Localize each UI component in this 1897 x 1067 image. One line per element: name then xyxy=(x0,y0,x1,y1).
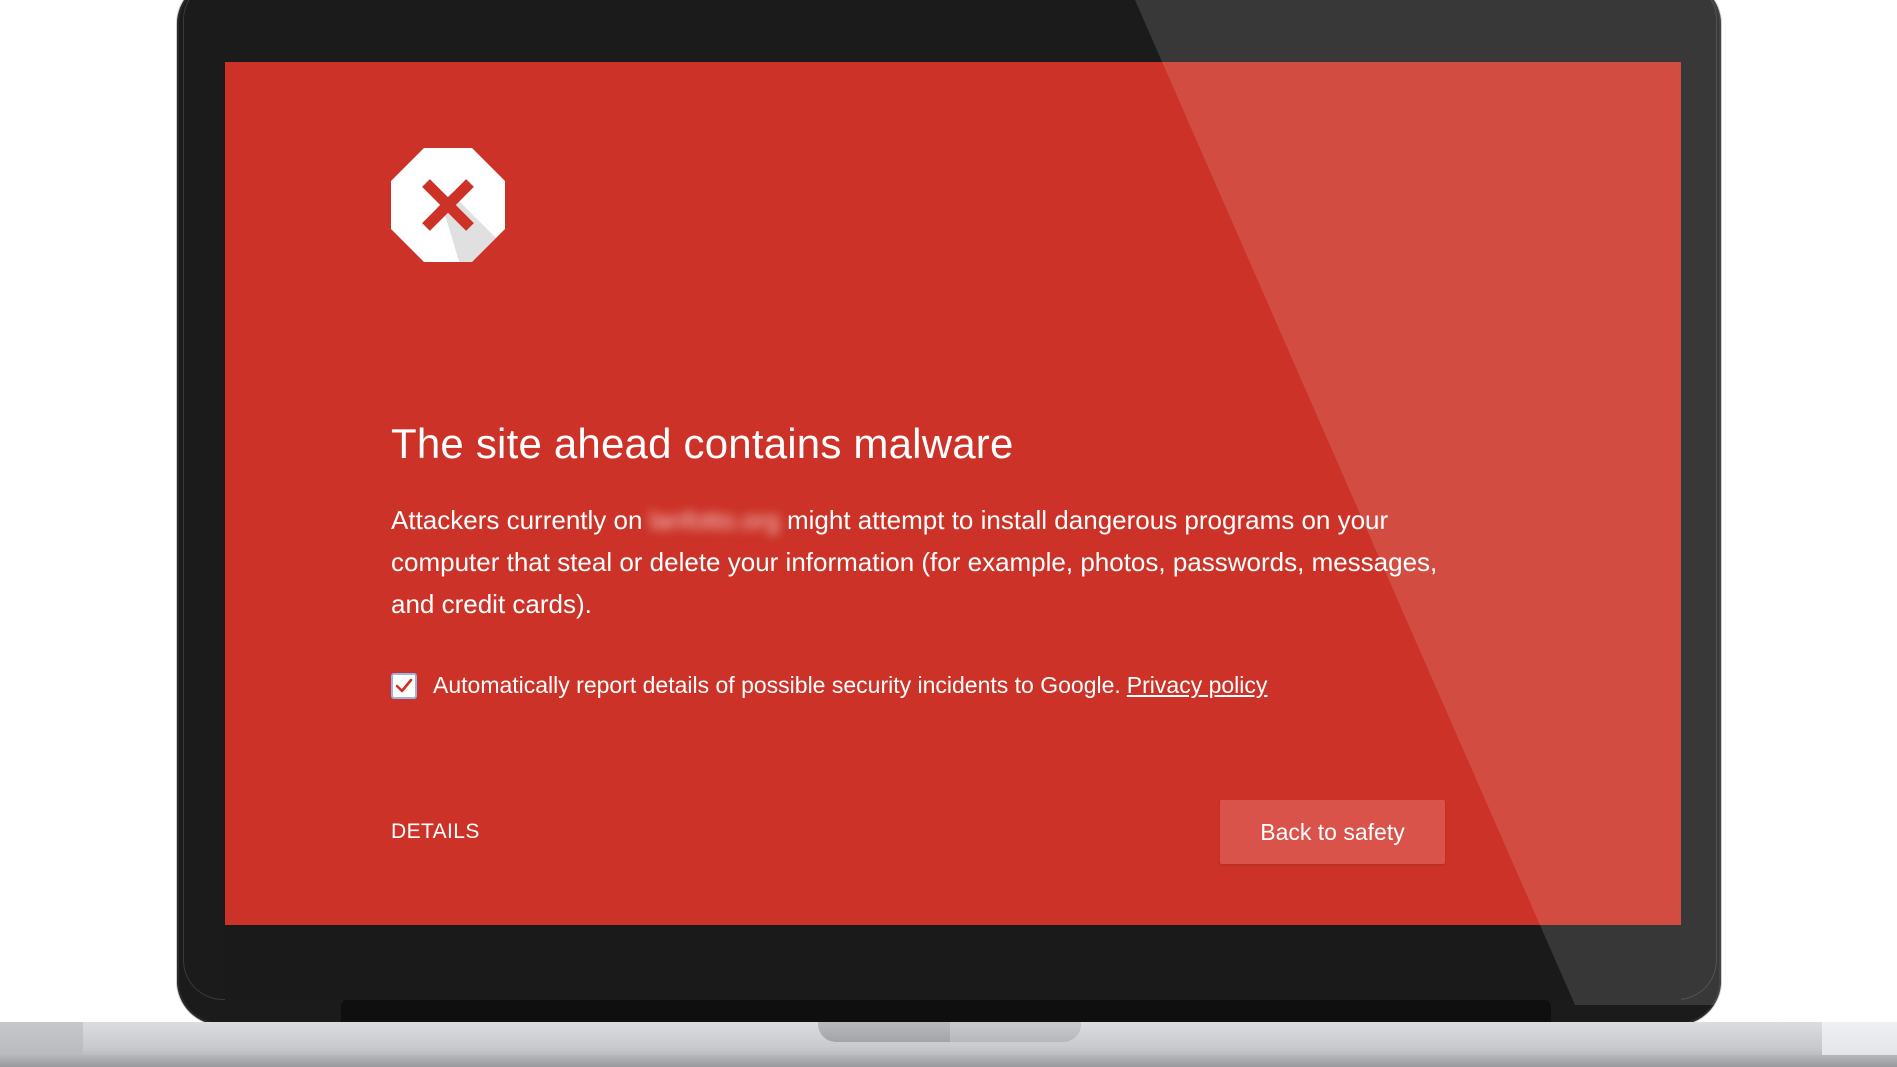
laptop-lid-notch-highlight xyxy=(950,1022,1081,1042)
privacy-policy-link[interactable]: Privacy policy xyxy=(1127,672,1268,699)
stop-error-icon xyxy=(391,148,505,262)
back-to-safety-button[interactable]: Back to safety xyxy=(1220,800,1445,864)
report-checkbox[interactable] xyxy=(391,672,417,699)
page-title: The site ahead contains malware xyxy=(391,420,1014,467)
description-prefix: Attackers currently on xyxy=(391,505,650,535)
report-option-row: Automatically report details of possible… xyxy=(391,672,1267,699)
bottom-bezel xyxy=(225,925,1681,1000)
browser-screen: The site ahead contains malware Attacker… xyxy=(225,62,1681,925)
laptop-hinge xyxy=(341,1000,1551,1022)
details-link[interactable]: DETAILS xyxy=(391,820,480,844)
laptop-base-edge xyxy=(0,1055,1897,1067)
checkmark-icon xyxy=(395,678,413,692)
laptop-mockup: The site ahead contains malware Attacker… xyxy=(0,0,1897,1067)
report-checkbox-label: Automatically report details of possible… xyxy=(433,672,1121,698)
blurred-site-name: lanfotto.org xyxy=(649,505,780,535)
warning-description: Attackers currently on lanfotto.org migh… xyxy=(391,499,1461,625)
